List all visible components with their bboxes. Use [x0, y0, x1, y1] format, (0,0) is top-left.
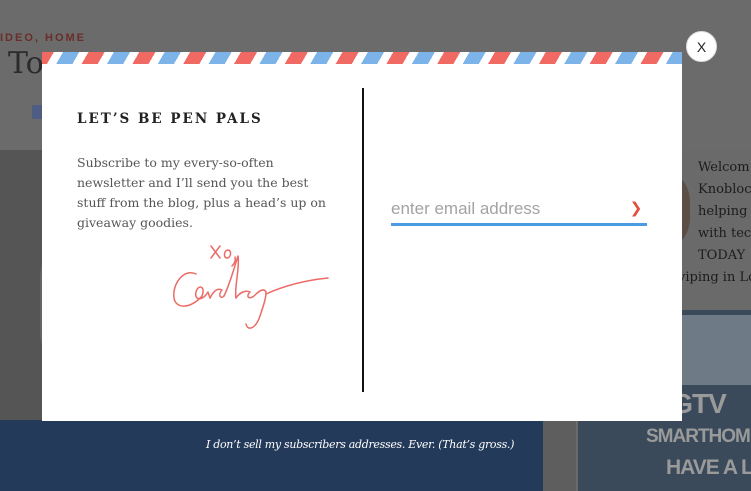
privacy-disclaimer: I don’t sell my subscribers addresses. E…	[206, 438, 515, 451]
hero-image-bottom	[0, 420, 543, 491]
newsletter-modal: LET’S BE PEN PALS Subscribe to my every-…	[42, 52, 682, 421]
chevron-right-icon: ❯	[629, 199, 643, 217]
airmail-stripe-border	[42, 52, 682, 64]
sidebar-text-line: with tec	[698, 226, 751, 241]
modal-heading: LET’S BE PEN PALS	[77, 111, 263, 127]
submit-button[interactable]: ❯	[625, 197, 647, 219]
sidebar-text-line: viping in Lo	[678, 270, 751, 285]
signature-image	[173, 245, 329, 329]
close-button[interactable]: X	[686, 31, 717, 62]
modal-divider	[362, 88, 364, 392]
post-title-fragment: To	[8, 46, 44, 81]
email-input[interactable]	[391, 197, 621, 221]
modal-description: Subscribe to my every-so-often newslette…	[77, 155, 326, 230]
sidebar-text-line: TODAY	[698, 248, 746, 263]
sidebar-text-line: Welcom	[698, 160, 750, 175]
category-breadcrumb: IDEO, HOME	[0, 32, 87, 44]
sidebar-text-line: Knobloc	[698, 182, 751, 197]
ad-headline-line2: HAVE A LO	[666, 456, 751, 479]
ad-headline-line1: SMARTHOME	[646, 426, 751, 447]
sidebar-text-line: helping	[698, 204, 748, 219]
email-signup-form: ❯	[391, 193, 647, 226]
